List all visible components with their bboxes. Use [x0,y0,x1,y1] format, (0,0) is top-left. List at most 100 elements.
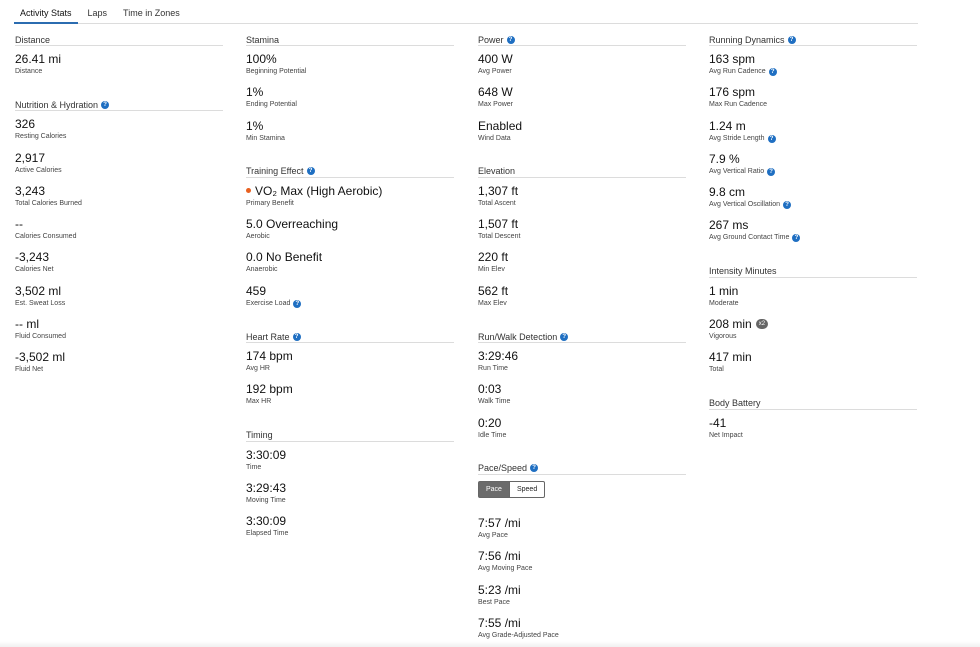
stat-label: Exercise Load? [246,299,454,309]
stat-label-text: Min Stamina [246,134,285,142]
stat-exercise-load: 459 Exercise Load? [246,284,454,317]
help-icon[interactable]: ? [530,464,539,473]
stat-value-text: 176 spm [709,85,756,100]
stat-label-text: Net Impact [709,431,743,439]
stat-value-text: 1.24 m [709,118,746,133]
stat-value-text: 5:23 /mi [478,582,521,597]
help-icon[interactable]: ? [101,100,110,109]
help-icon[interactable]: ? [292,332,301,341]
stat-value-text: 3:30:09 [246,447,287,462]
stat-value-text: 1,307 ft [478,183,519,198]
stat-label-text: Avg HR [246,365,270,373]
stat-value: 0:20 [478,416,686,430]
stat-label-text: Time [246,463,262,471]
help-icon[interactable]: ? [787,35,796,44]
stat-label: Run Time [478,364,686,374]
pace-speed-toggle: Pace Speed [478,480,686,498]
tab-laps[interactable]: Laps [82,0,114,24]
stat-label: Total Calories Burned [15,199,223,209]
stat-label-text: Total Descent [478,233,521,241]
stat-label-text: Walk Time [478,398,511,406]
stat-label-text: Resting Calories [15,133,67,141]
stat-label: Calories Net [15,265,223,275]
stat-label-text: Idle Time [478,431,507,439]
stat-min-stamina: 1% Min Stamina [246,119,454,152]
stat-value-text: 459 [246,283,267,298]
stat-value: 3:29:46 [478,349,686,363]
stat-label: Min Stamina [246,134,454,144]
help-icon[interactable]: ? [767,134,776,143]
stat-label: Min Elev [478,265,686,275]
stat-value: 5.0 Overreaching [246,217,454,231]
stat-value: 0:03 [478,382,686,396]
stat-label-text: Vigorous [709,333,737,341]
stat-label: Avg Vertical Oscillation? [709,200,917,210]
stat-label: Wind Data [478,134,686,144]
stat-value: -3,502 ml [15,350,223,364]
stat-value: 326 [15,117,223,131]
stat-value: 7:56 /mi [478,549,686,563]
stat-value-text: 3,502 ml [15,283,62,298]
help-icon[interactable]: ? [767,167,776,176]
section-title-text: Stamina [246,34,280,45]
stat-value: 417 min [709,350,917,364]
stat-best-pace: 5:23 /mi Best Pace [478,583,686,616]
speed-toggle-button[interactable]: Speed [509,480,546,498]
help-icon[interactable]: ? [306,167,315,176]
stat-ending-potential: 1% Ending Potential [246,85,454,118]
stat-value: Enabled [478,119,686,133]
stat-value-text: 7.9 % [709,151,740,166]
section-title: Elevation [478,166,686,178]
stat-avg-ground-contact-time: 267 ms Avg Ground Contact Time? [709,218,917,251]
stat-label: Total Descent [478,232,686,242]
help-icon[interactable]: ? [506,35,515,44]
stat-label: Avg Vertical Ratio? [709,167,917,177]
section-title: Heart Rate? [246,331,454,344]
stat-value-text: 26.41 mi [15,52,62,66]
help-icon[interactable]: ? [768,68,777,76]
stat-value: 0.0 No Benefit [246,250,454,264]
section-title-text: Pace/Speed [478,463,528,474]
section-title-text: Distance [15,34,51,45]
stat-label: Avg Pace [478,531,686,541]
stat-label: Fluid Net [15,365,223,375]
multiplier-badge: x2 [755,319,769,330]
stat-value-text: -41 [709,415,727,430]
pace-toggle-button[interactable]: Pace [478,480,510,498]
stat-label: Active Calories [15,166,223,176]
stat-active-calories: 2,917 Active Calories [15,151,223,184]
stat-value-text: 2,917 [15,150,46,165]
stat-distance: 26.41 mi Distance [15,52,223,85]
help-icon[interactable]: ? [783,201,792,210]
stat-label: Max Run Cadence [709,100,917,110]
stat-moderate: 1 min Moderate [709,284,917,317]
tab-activity-stats[interactable]: Activity Stats [14,0,78,24]
section-heart-rate: Heart Rate? 174 bpm Avg HR 192 bpm Max HR [246,331,454,416]
column-4: Running Dynamics? 163 spm Avg Run Cadence?… [709,34,917,463]
stat-value-text: 1% [246,85,264,100]
stat-label: Calories Consumed [15,232,223,242]
help-icon[interactable]: ? [792,234,801,243]
stat-value-text: 3:29:43 [246,480,287,495]
stat-label: Total Ascent [478,199,686,209]
section-intensity-minutes: Intensity Minutes 1 min Moderate 208 min x2 V… [709,266,917,384]
stat-value-text: 220 ft [478,250,509,265]
stat-label: Anaerobic [246,265,454,275]
section-title-text: Nutrition & Hydration [15,99,99,110]
help-icon[interactable]: ? [560,332,569,341]
section-title-text: Body Battery [709,398,761,409]
section-title: Distance [15,34,223,46]
stat-label: Beginning Potential [246,67,454,77]
stat-value-text: 192 bpm [246,382,293,397]
tab-time-in-zones[interactable]: Time in Zones [117,0,186,24]
stat-value-text: 100% [246,52,277,66]
stat-label-text: Avg Moving Pace [478,565,533,573]
help-icon[interactable]: ? [293,299,302,308]
stat-resting-calories: 326 Resting Calories [15,117,223,150]
stat-label: Best Pace [478,598,686,608]
stat-avg-vertical-ratio: 7.9 % Avg Vertical Ratio? [709,152,917,185]
stat-label: Max HR [246,397,454,407]
stat-label: Idle Time [478,431,686,441]
stat-value: 3,243 [15,184,223,198]
section-title: Training Effect? [246,166,454,178]
